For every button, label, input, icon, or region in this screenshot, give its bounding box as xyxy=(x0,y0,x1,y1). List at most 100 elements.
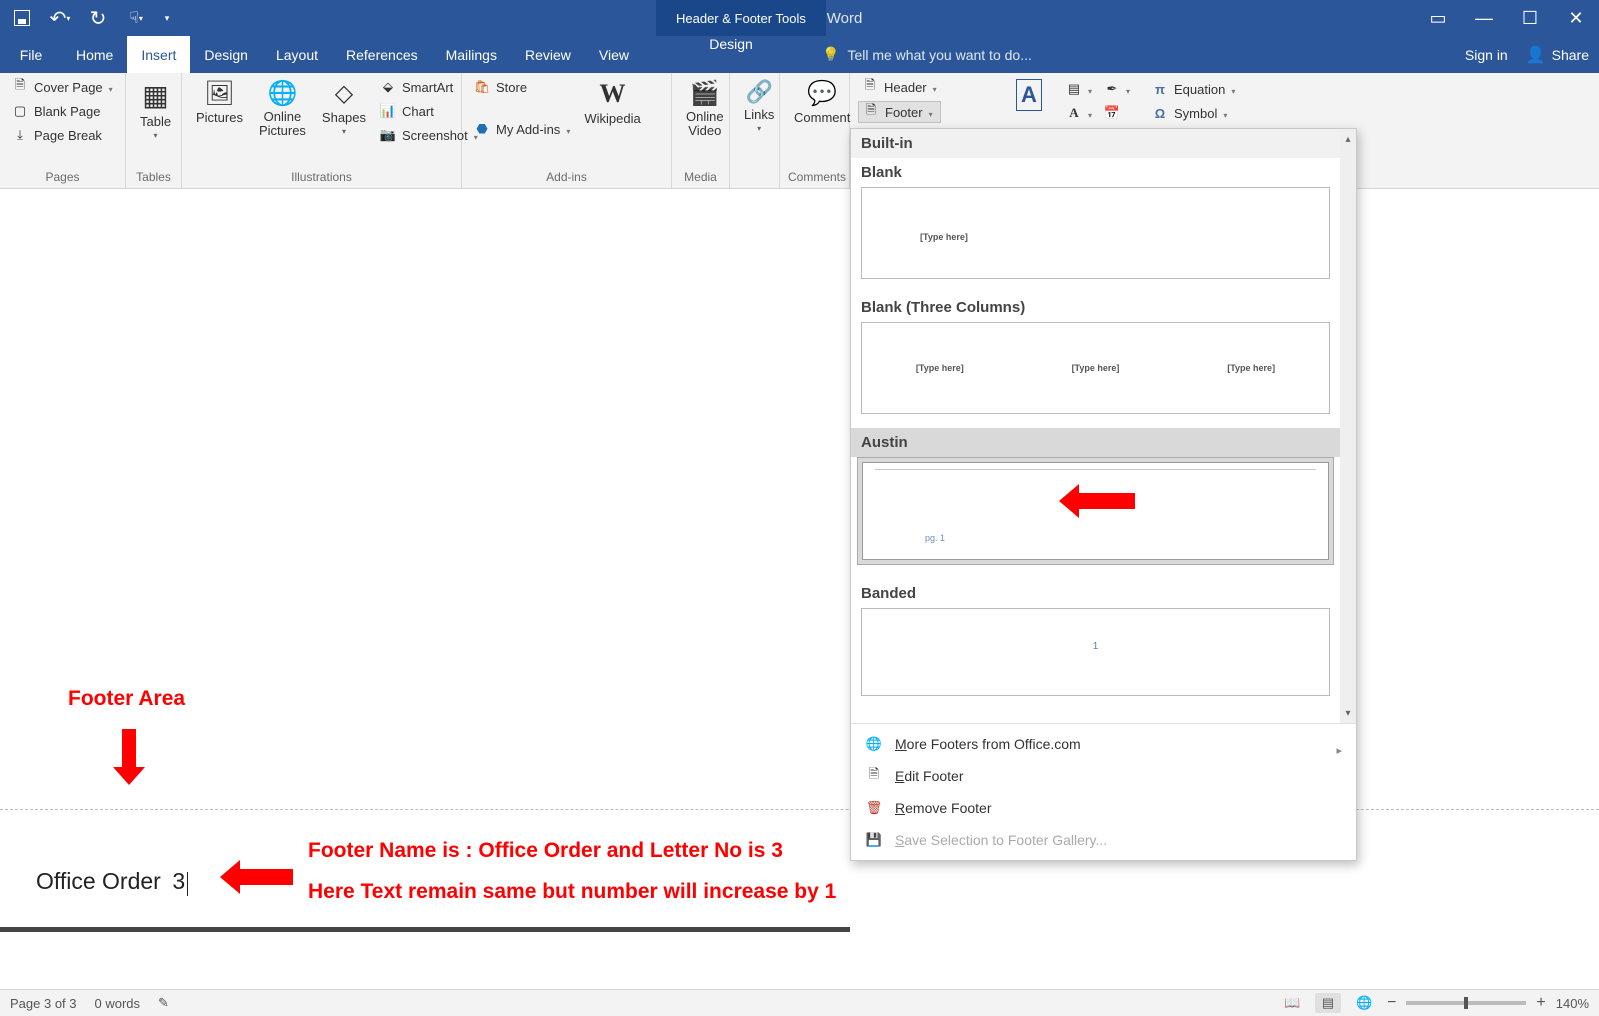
qat-customize-button[interactable]: ▾ xyxy=(160,4,174,32)
wikipedia-icon: W xyxy=(600,79,626,109)
scroll-up-button[interactable]: ▴ xyxy=(1341,131,1355,147)
shapes-button[interactable]: ◇Shapes xyxy=(316,77,372,138)
blank-page-button[interactable]: ▢Blank Page xyxy=(8,101,117,121)
tab-file[interactable]: File xyxy=(0,36,62,73)
save-button[interactable] xyxy=(8,4,36,32)
zoom-in-button[interactable]: + xyxy=(1536,994,1545,1012)
table-button[interactable]: ▦ Table xyxy=(134,77,177,142)
tab-hf-design[interactable]: Design xyxy=(656,36,806,52)
annotation-line2: Here Text remain same but number will in… xyxy=(308,880,836,904)
page-break-button[interactable]: ⤓Page Break xyxy=(8,125,117,145)
cover-page-button[interactable]: 🗎Cover Page xyxy=(8,77,117,97)
gallery-item-name-austin: Austin xyxy=(851,428,1340,457)
proofing-button[interactable]: ✎ xyxy=(158,995,169,1011)
page-indicator[interactable]: Page 3 of 3 xyxy=(10,996,77,1011)
save-selection-menu: 💾Save Selection to Footer Gallery... xyxy=(851,824,1356,856)
date-time-button[interactable]: 📅 xyxy=(1100,103,1134,123)
gallery-item-threecol[interactable]: [Type here] [Type here] [Type here] xyxy=(861,322,1330,414)
web-layout-button[interactable]: 🌐 xyxy=(1351,993,1377,1013)
arrow-left-icon xyxy=(238,869,293,885)
ribbon-display-options-button[interactable]: ▭ xyxy=(1415,0,1461,36)
comment-button[interactable]: 💬Comment xyxy=(788,77,856,127)
tab-review[interactable]: Review xyxy=(511,36,585,73)
pictures-icon: 🖼 xyxy=(204,79,234,108)
drop-cap-button[interactable]: A xyxy=(1062,103,1096,123)
placeholder-text: [Type here] xyxy=(920,232,968,242)
footer-button[interactable]: 🗎Footer xyxy=(858,101,941,123)
text-group-fragment: A xyxy=(1010,77,1048,113)
gallery-item-blank[interactable]: [Type here] xyxy=(861,187,1330,279)
symbol-button[interactable]: ΩSymbol xyxy=(1148,103,1239,123)
touch-mode-button[interactable]: ☟▾ xyxy=(122,4,150,32)
pictures-button[interactable]: 🖼Pictures xyxy=(190,77,249,127)
tell-me-search[interactable]: 💡 Tell me what you want to do... xyxy=(822,36,1032,73)
zoom-out-button[interactable]: − xyxy=(1387,994,1396,1012)
tab-home[interactable]: Home xyxy=(62,36,127,73)
online-video-button[interactable]: 🎬Online Video xyxy=(680,77,730,141)
print-layout-button[interactable]: ▤ xyxy=(1315,993,1341,1013)
tab-mailings[interactable]: Mailings xyxy=(432,36,511,73)
header-button[interactable]: 🗎Header xyxy=(858,77,941,97)
scroll-down-button[interactable]: ▾ xyxy=(1341,705,1355,721)
tab-view[interactable]: View xyxy=(585,36,643,73)
remove-footer-menu[interactable]: 🗑Remove Footer xyxy=(851,792,1356,824)
document-canvas[interactable]: Office Order 3 Footer Area Footer Name i… xyxy=(0,189,1599,989)
footer-content[interactable]: Office Order 3 xyxy=(36,868,188,896)
gallery-scrollbar[interactable]: ▴ ▾ xyxy=(1340,129,1356,723)
gallery-item-name-banded: Banded xyxy=(851,579,1340,608)
quick-access-toolbar: ↶▾ ↻ ☟▾ ▾ xyxy=(0,4,182,32)
zoom-level[interactable]: 140% xyxy=(1556,996,1589,1011)
text-group-small2: ✒ 📅 xyxy=(1100,79,1134,123)
textbox-icon: A xyxy=(1016,79,1042,111)
save-icon xyxy=(14,10,30,26)
tab-references[interactable]: References xyxy=(332,36,432,73)
group-links: 🔗Links xyxy=(730,73,780,188)
symbols-group: πEquation ΩSymbol xyxy=(1148,79,1239,123)
account-area: Sign in 👤 Share xyxy=(1465,36,1589,73)
cover-page-icon: 🗎 xyxy=(12,79,28,95)
wikipedia-button[interactable]: WWikipedia xyxy=(578,77,646,128)
austin-divider-line xyxy=(875,469,1316,470)
share-button[interactable]: 👤 Share xyxy=(1526,45,1589,65)
footer-text-value: Office Order xyxy=(36,868,161,894)
redo-button[interactable]: ↻ xyxy=(84,4,112,32)
signature-line-button[interactable]: ✒ xyxy=(1100,79,1134,99)
word-count[interactable]: 0 words xyxy=(95,996,141,1011)
zoom-slider[interactable] xyxy=(1406,1001,1526,1005)
group-illustrations: 🖼Pictures 🌐Online Pictures ◇Shapes ⬙Smar… xyxy=(182,73,462,188)
gallery-scroll-area: Built-in Blank [Type here] Blank (Three … xyxy=(851,129,1356,723)
header-icon: 🗎 xyxy=(862,79,878,95)
read-mode-button[interactable]: 📖 xyxy=(1279,993,1305,1013)
close-button[interactable]: ✕ xyxy=(1553,0,1599,36)
tab-insert[interactable]: Insert xyxy=(127,36,190,73)
signin-link[interactable]: Sign in xyxy=(1465,47,1508,63)
text-cursor xyxy=(187,872,188,896)
gallery-item-banded[interactable]: 1 xyxy=(861,608,1330,696)
links-button[interactable]: 🔗Links xyxy=(738,77,780,135)
blank-page-icon: ▢ xyxy=(12,103,28,119)
text-box-button[interactable]: A xyxy=(1010,77,1048,113)
more-footers-menu[interactable]: 🌐More Footers from Office.com xyxy=(851,728,1356,760)
my-addins-button[interactable]: ⬣My Add-ins xyxy=(470,119,574,139)
share-icon: 👤 xyxy=(1526,45,1546,65)
quick-parts-button[interactable]: ▤ xyxy=(1062,79,1096,99)
gallery-item-austin[interactable]: pg. 1 xyxy=(857,457,1334,565)
online-pictures-button[interactable]: 🌐Online Pictures xyxy=(253,77,312,141)
group-pages: 🗎Cover Page ▢Blank Page ⤓Page Break Page… xyxy=(0,73,126,188)
store-button[interactable]: 🛍Store xyxy=(470,77,574,97)
footer-icon: 🗎 xyxy=(863,104,879,120)
ribbon-tabs: File Home Insert Design Layout Reference… xyxy=(0,36,1599,73)
footer-number-value: 3 xyxy=(172,868,185,894)
minimize-button[interactable]: — xyxy=(1461,0,1507,36)
equation-button[interactable]: πEquation xyxy=(1148,79,1239,99)
tab-layout[interactable]: Layout xyxy=(262,36,332,73)
save-gallery-icon: 💾 xyxy=(865,831,883,849)
smartart-icon: ⬙ xyxy=(380,79,396,95)
maximize-button[interactable]: ☐ xyxy=(1507,0,1553,36)
online-pictures-icon: 🌐 xyxy=(268,79,298,108)
undo-button[interactable]: ↶▾ xyxy=(46,4,74,32)
tab-design[interactable]: Design xyxy=(190,36,262,73)
edit-footer-menu[interactable]: 🗎Edit Footer xyxy=(851,760,1356,792)
page-bottom-edge xyxy=(0,927,850,932)
addins-icon: ⬣ xyxy=(474,121,490,137)
